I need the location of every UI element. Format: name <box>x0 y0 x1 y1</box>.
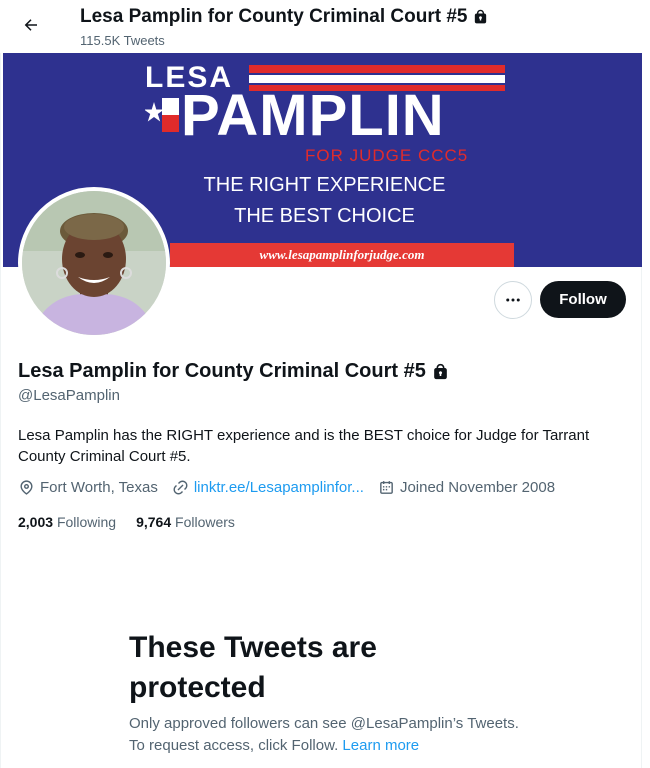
link-icon <box>173 480 188 495</box>
profile-bio: Lesa Pamplin has the RIGHT experience an… <box>18 427 590 465</box>
follow-stats: 2,003 Following 9,764 Followers <box>18 514 255 530</box>
arrow-left-icon <box>24 19 37 31</box>
location-item: Fort Worth, Texas <box>18 479 158 496</box>
frame-border-left <box>0 0 1 768</box>
banner-url: www.lesapamplinforjudge.com <box>259 247 425 262</box>
more-button[interactable] <box>494 281 532 319</box>
learn-more-link[interactable]: Learn more <box>342 737 419 754</box>
avatar[interactable] <box>18 187 170 339</box>
joined-text: Joined November 2008 <box>399 479 556 496</box>
back-button[interactable] <box>14 8 48 42</box>
top-bar: Lesa Pamplin for County Criminal Court #… <box>0 0 642 53</box>
banner-subtitle: FOR JUDGE CCC5 <box>305 146 469 165</box>
followers-label: Followers <box>175 514 235 530</box>
avatar-photo <box>22 191 166 335</box>
lock-icon <box>475 9 487 24</box>
header-title-row: Lesa Pamplin for County Criminal Court #… <box>80 6 489 28</box>
protected-title: These Tweets are protected <box>129 631 377 704</box>
header-title: Lesa Pamplin for County Criminal Court #… <box>80 6 468 27</box>
location-pin-icon <box>20 480 33 495</box>
more-dots-icon <box>506 298 520 302</box>
followers-count: 9,764 <box>136 514 172 530</box>
profile-name-row: Lesa Pamplin for County Criminal Court #… <box>18 360 450 383</box>
lock-icon <box>434 363 447 379</box>
followers-stat[interactable]: 9,764 Followers <box>136 514 235 530</box>
joined-item: Joined November 2008 <box>378 479 555 496</box>
link-item[interactable]: linktr.ee/Lesapamplinfor... <box>172 479 364 496</box>
profile-meta: Fort Worth, Texas linktr.ee/Lesapamplinf… <box>18 479 569 496</box>
protected-text: Only approved followers can see @LesaPam… <box>129 715 519 754</box>
profile-name: Lesa Pamplin for County Criminal Court #… <box>18 360 426 382</box>
following-stat[interactable]: 2,003 Following <box>18 514 116 530</box>
banner-url-strip: www.lesapamplinforjudge.com <box>170 243 514 267</box>
follow-button[interactable]: Follow <box>540 281 626 318</box>
following-count: 2,003 <box>18 514 54 530</box>
banner-stripe-white <box>249 75 505 83</box>
protected-text-block: Only approved followers can see @LesaPam… <box>129 713 519 757</box>
star-icon <box>145 98 179 132</box>
banner-word-pamplin: PAMPLIN <box>181 83 445 148</box>
location-text: Fort Worth, Texas <box>40 479 158 496</box>
profile-handle: @LesaPamplin <box>18 387 120 404</box>
calendar-icon <box>380 481 393 494</box>
tweet-count: 115.5K Tweets <box>80 33 165 48</box>
profile-link[interactable]: linktr.ee/Lesapamplinfor... <box>194 479 364 496</box>
following-label: Following <box>56 514 117 530</box>
banner-stripe-red <box>249 65 505 73</box>
